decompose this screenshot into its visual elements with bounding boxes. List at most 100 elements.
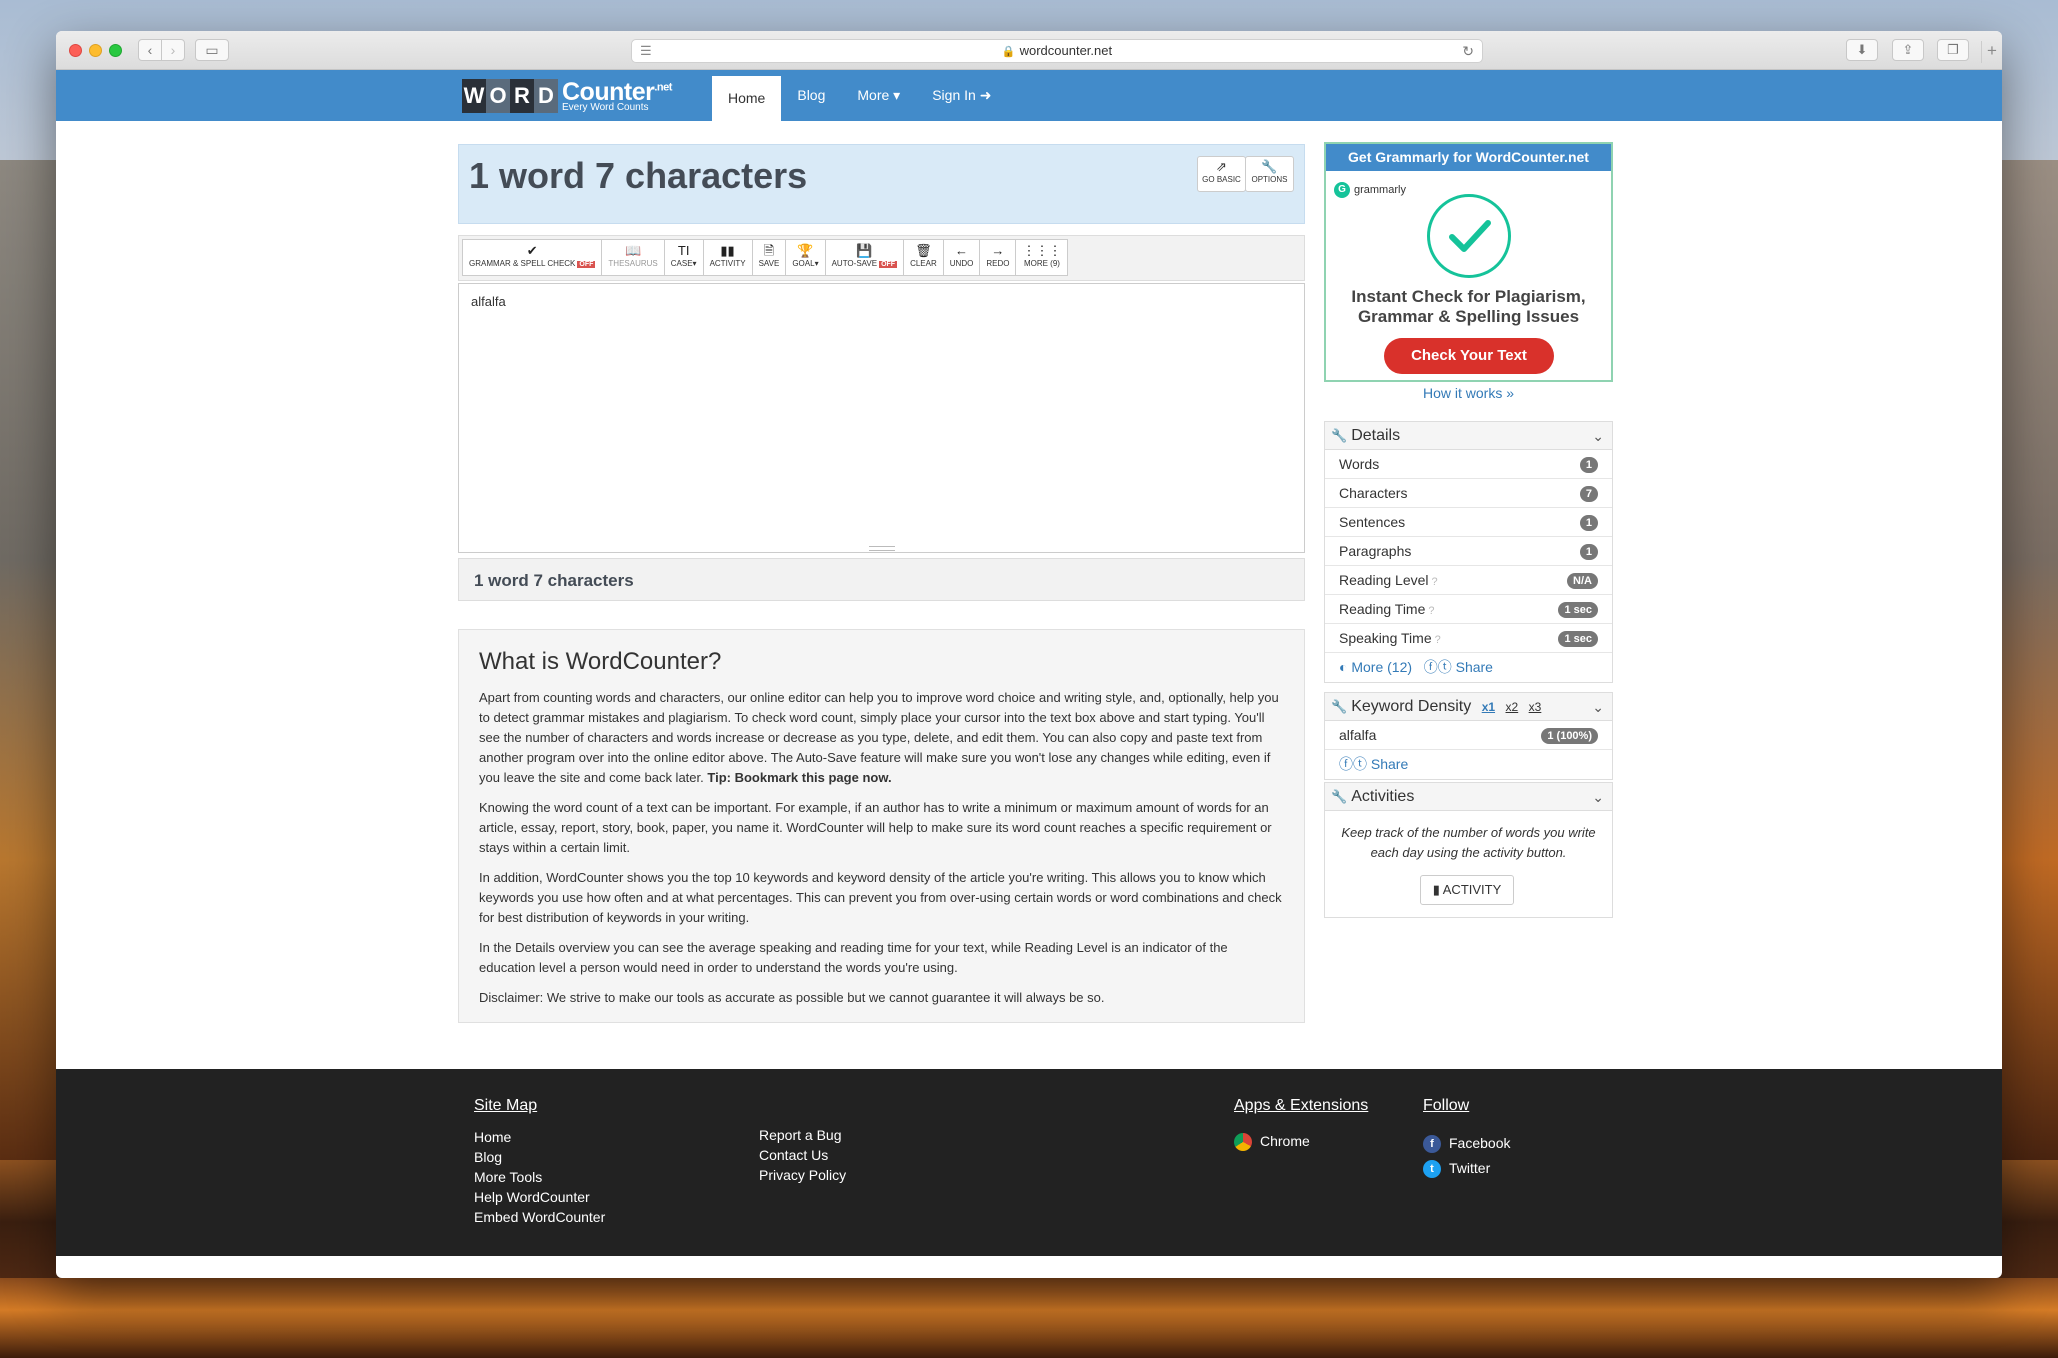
activity-panel-button[interactable]: ▮ ACTIVITY [1420, 875, 1514, 905]
arrow-right-icon: → [991, 243, 1005, 258]
logo-tile-r: R [510, 79, 534, 113]
redo-button[interactable]: → REDO [979, 239, 1017, 276]
wrench-icon: 🔧 [1261, 159, 1278, 174]
check-icon: ✔ [526, 243, 538, 258]
back-button[interactable]: ‹ [138, 39, 162, 61]
editor-resize-handle[interactable] [869, 546, 895, 551]
nav-blog[interactable]: Blog [781, 70, 841, 121]
chrome-icon [1234, 1133, 1252, 1152]
activities-description: Keep track of the number of words you wr… [1341, 825, 1596, 860]
keyword-density-badge: 1 (100%) [1541, 728, 1598, 744]
facebook-icon[interactable]: ⓕ [1416, 659, 1438, 675]
logo-text: Counter.net Every Word Counts [562, 79, 672, 113]
minimize-window-button[interactable] [89, 44, 102, 57]
grammar-check-button[interactable]: ✔ GRAMMAR & SPELL CHECK OFF [462, 239, 603, 276]
goal-button[interactable]: 🏆 GOAL▾ [785, 239, 826, 276]
keyword-density-header[interactable]: 🔧 Keyword Density x1 x2 x3 ⌄ [1325, 693, 1612, 721]
chevron-down-icon[interactable]: ⌄ [1592, 422, 1604, 450]
undo-button[interactable]: ← UNDO [942, 239, 981, 276]
grammarly-headline: Instant Check for Plagiarism, Grammar & … [1351, 287, 1586, 326]
address-bar[interactable]: ☰ 🔒 wordcounter.net ↻ [631, 39, 1483, 63]
keyword-share-link[interactable]: Share [1371, 756, 1408, 772]
about-paragraph-4: In the Details overview you can see the … [479, 940, 1228, 975]
sentences-count-badge: 1 [1579, 515, 1598, 531]
goal-label: GOAL [792, 259, 815, 268]
downloads-button[interactable]: ⬇ [1846, 39, 1878, 61]
save-button[interactable]: 🗎 SAVE [751, 239, 787, 276]
nav-home[interactable]: Home [712, 76, 782, 121]
forward-button[interactable]: › [161, 39, 185, 61]
footer-link-help[interactable]: Help WordCounter [474, 1187, 605, 1207]
editor-text[interactable]: alfalfa [471, 294, 506, 309]
external-link-icon: ⇗ [1216, 159, 1227, 174]
details-panel: 🔧 Details ⌄ Words 1 Characters 7 Sentences 1… [1324, 421, 1613, 683]
footer-link-contact[interactable]: Contact Us [759, 1145, 846, 1165]
footer-link-chrome[interactable]: Chrome [1234, 1131, 1310, 1152]
activities-title: Activities [1351, 788, 1415, 805]
grammarly-ad[interactable]: Get Grammarly for WordCounter.net Ggramm… [1324, 142, 1613, 382]
about-title: What is WordCounter? [479, 648, 722, 675]
nav-more-label: More [857, 87, 890, 103]
footer-link-more-tools[interactable]: More Tools [474, 1167, 605, 1187]
reader-icon[interactable]: ☰ [640, 40, 652, 62]
facebook-icon[interactable]: ⓕ [1339, 756, 1353, 772]
clear-button[interactable]: 🗑 CLEAR [903, 239, 944, 276]
chevron-down-icon[interactable]: ⌄ [1592, 783, 1604, 811]
kw-x1-link[interactable]: x1 [1482, 700, 1495, 714]
footer-sitemap-list: Home Blog More Tools Help WordCounter Em… [474, 1127, 605, 1227]
editor-toolbar: ✔ GRAMMAR & SPELL CHECK OFF 📖 THESAURUS T… [458, 235, 1305, 281]
kw-x3-link[interactable]: x3 [1529, 700, 1542, 714]
footer-follow-title: Follow [1423, 1097, 1470, 1114]
nav-more[interactable]: More ▾ [841, 70, 916, 121]
bottom-counter: 1 word 7 characters [458, 558, 1305, 601]
thesaurus-button[interactable]: 📖 THESAURUS [601, 239, 665, 276]
reload-icon[interactable]: ↻ [1462, 40, 1474, 62]
footer-link-blog[interactable]: Blog [474, 1147, 605, 1167]
about-disclaimer: Disclaimer: We strive to make our tools … [479, 990, 1105, 1005]
keyword-share-links: ⓕⓣ Share [1325, 750, 1612, 779]
footer-link-twitter[interactable]: t Twitter [1423, 1156, 1510, 1181]
redo-label: REDO [986, 259, 1010, 268]
sidebar-toggle-button[interactable]: ▭ [195, 39, 229, 61]
activities-header[interactable]: 🔧 Activities ⌄ [1325, 783, 1612, 811]
characters-count-badge: 7 [1579, 486, 1598, 502]
question-circle-icon[interactable]: ? [1435, 634, 1441, 646]
go-basic-button[interactable]: ⇗ GO BASIC [1197, 156, 1246, 192]
grammarly-g-icon: G [1334, 182, 1350, 198]
footer-link-facebook[interactable]: f Facebook [1423, 1131, 1510, 1156]
footer-link-embed[interactable]: Embed WordCounter [474, 1207, 605, 1227]
footer-link-home[interactable]: Home [474, 1127, 605, 1147]
new-tab-button[interactable]: + [1981, 41, 2002, 63]
activity-button[interactable]: ▮▮ ACTIVITY [702, 239, 753, 276]
footer-link-privacy[interactable]: Privacy Policy [759, 1165, 846, 1185]
footer-link-report-bug[interactable]: Report a Bug [759, 1125, 846, 1145]
kw-x2-link[interactable]: x2 [1506, 700, 1519, 714]
text-editor[interactable]: alfalfa [458, 283, 1305, 553]
twitter-icon[interactable]: ⓣ [1438, 659, 1456, 675]
zoom-window-button[interactable] [109, 44, 122, 57]
site-logo[interactable]: W O R D Counter.net Every Word Counts [462, 79, 672, 113]
share-button[interactable]: ⇪ [1892, 39, 1924, 61]
details-row-paragraphs: Paragraphs 1 [1325, 537, 1612, 566]
tab-overview-button[interactable]: ❐ [1937, 39, 1969, 61]
auto-save-button[interactable]: 💾 AUTO-SAVE OFF [824, 239, 905, 276]
details-header[interactable]: 🔧 Details ⌄ [1325, 422, 1612, 450]
case-button[interactable]: TI CASE▾ [663, 239, 704, 276]
grammar-label: GRAMMAR & SPELL CHECK [469, 259, 576, 268]
details-more-link[interactable]: More (12) [1351, 659, 1412, 675]
details-share-link[interactable]: Share [1456, 659, 1493, 675]
caret-down-icon: ▾ [814, 259, 819, 268]
about-paragraph-3: In addition, WordCounter shows you the t… [479, 870, 1282, 925]
nav-sign-in[interactable]: Sign In ➜ [916, 70, 1007, 121]
options-button[interactable]: 🔧 OPTIONS [1245, 156, 1294, 192]
close-window-button[interactable] [69, 44, 82, 57]
footer-apps-list: Chrome [1234, 1131, 1310, 1152]
more-tools-button[interactable]: ⋮⋮⋮ MORE (9) [1015, 239, 1069, 276]
twitter-icon[interactable]: ⓣ [1353, 756, 1371, 772]
how-it-works-link[interactable]: How it works » [1324, 385, 1613, 401]
grammarly-header: Get Grammarly for WordCounter.net [1326, 144, 1611, 171]
check-your-text-button[interactable]: Check Your Text [1384, 338, 1554, 374]
question-circle-icon[interactable]: ? [1428, 605, 1434, 617]
chevron-down-icon[interactable]: ⌄ [1592, 693, 1604, 721]
question-circle-icon[interactable]: ? [1432, 576, 1438, 588]
